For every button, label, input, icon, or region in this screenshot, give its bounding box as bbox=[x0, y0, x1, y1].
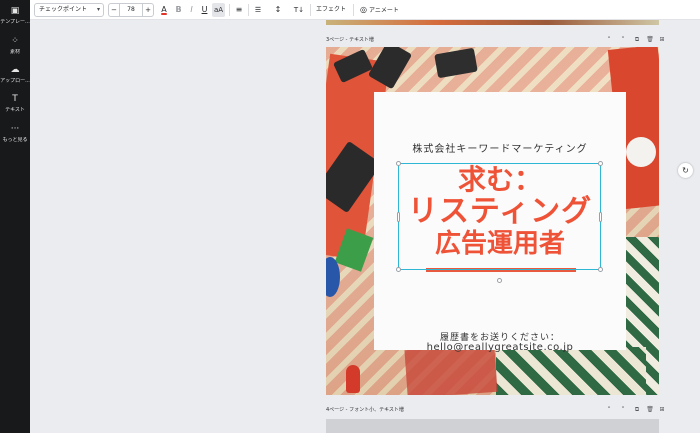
sidebar-item-label: もっと見る bbox=[2, 137, 28, 143]
toolbar-divider bbox=[229, 4, 230, 16]
page-title: 4ページ - フォント小、テキスト増 bbox=[326, 407, 404, 413]
add-page-button[interactable]: ⊞ bbox=[657, 404, 667, 416]
animate-icon: ◎ bbox=[360, 5, 367, 14]
font-size-stepper: − 78 + bbox=[108, 3, 154, 17]
font-family-value: チェックポイント bbox=[39, 6, 88, 13]
company-name[interactable]: 株式会社キーワードマーケティング bbox=[374, 140, 626, 155]
white-game-piece bbox=[626, 137, 656, 167]
resize-handle-left[interactable] bbox=[397, 212, 400, 222]
elements-icon: ⁘ bbox=[11, 36, 19, 46]
font-size-input[interactable]: 78 bbox=[120, 4, 142, 16]
toolbar-divider bbox=[310, 4, 311, 16]
toolbar-divider bbox=[353, 4, 354, 16]
italic-button[interactable]: I bbox=[186, 3, 197, 17]
sidebar-item-label: テンプレー... bbox=[0, 19, 30, 25]
animate-label: アニメート bbox=[368, 7, 399, 14]
move-page-up-button[interactable]: ˄ bbox=[604, 404, 614, 416]
effects-button[interactable]: エフェクト bbox=[316, 3, 346, 17]
bold-button[interactable]: B bbox=[173, 3, 184, 17]
next-page-preview[interactable] bbox=[326, 419, 659, 433]
selection-box[interactable] bbox=[396, 161, 603, 283]
chevron-down-icon: ▾ bbox=[96, 6, 100, 13]
delete-page-button[interactable]: 🗑 bbox=[645, 404, 655, 416]
underline-button[interactable]: U bbox=[199, 3, 210, 17]
spacing-button[interactable]: ↕ bbox=[272, 3, 284, 17]
page-title: 3ページ - テキスト増 bbox=[326, 37, 374, 43]
checkered-board bbox=[496, 347, 646, 395]
previous-page-preview[interactable] bbox=[326, 20, 659, 25]
font-size-increase-button[interactable]: + bbox=[142, 4, 153, 16]
font-family-select[interactable]: チェックポイント ▾ bbox=[34, 3, 104, 17]
duplicate-page-button[interactable]: ⧉ bbox=[632, 404, 642, 416]
upload-icon: ☁ bbox=[10, 65, 20, 75]
move-page-up-button[interactable]: ˄ bbox=[604, 34, 614, 46]
sidebar-item-uploads[interactable]: ☁ アップロー... bbox=[0, 65, 30, 84]
duplicate-page-button[interactable]: ⧉ bbox=[632, 34, 642, 46]
contact-email[interactable]: hello@reallygreatsite.co.jp bbox=[374, 342, 626, 353]
sidebar-item-elements[interactable]: ⁘ 素材 bbox=[0, 36, 30, 55]
left-sidebar: ▣ テンプレー... ⁘ 素材 ☁ アップロー... T テキスト ··· もっ… bbox=[0, 0, 30, 433]
resize-handle-right[interactable] bbox=[599, 212, 602, 222]
design-canvas[interactable]: 株式会社キーワードマーケティング 求む： リスティング 広告運用者 履歴書をお送… bbox=[326, 47, 659, 395]
list-button[interactable]: ☰ bbox=[252, 3, 264, 17]
toolbar-divider bbox=[248, 4, 249, 16]
letter-case-button[interactable]: aA bbox=[212, 3, 225, 17]
sidebar-item-label: テキスト bbox=[5, 107, 25, 113]
text-icon: T bbox=[12, 94, 18, 104]
delete-page-button[interactable]: 🗑 bbox=[645, 34, 655, 46]
sidebar-item-label: アップロー... bbox=[0, 78, 30, 84]
animate-button[interactable]: ◎ アニメート bbox=[360, 3, 399, 17]
text-color-icon: A bbox=[161, 5, 167, 14]
refresh-icon: ↻ bbox=[682, 166, 689, 175]
text-color-button[interactable]: A bbox=[158, 3, 170, 17]
vertical-text-button[interactable]: T↓ bbox=[292, 3, 306, 17]
page-3-header: 3ページ - テキスト増 ˄ ˅ ⧉ 🗑 ⊞ bbox=[326, 34, 665, 46]
resize-handle-top-right[interactable] bbox=[598, 161, 603, 166]
move-page-down-button[interactable]: ˅ bbox=[618, 404, 628, 416]
sidebar-item-templates[interactable]: ▣ テンプレー... bbox=[0, 6, 30, 25]
more-icon: ··· bbox=[10, 124, 20, 134]
sidebar-item-label: 素材 bbox=[9, 49, 20, 55]
add-page-button[interactable]: ⊞ bbox=[657, 34, 667, 46]
sidebar-item-text[interactable]: T テキスト bbox=[0, 94, 30, 113]
template-icon: ▣ bbox=[10, 6, 20, 16]
font-size-decrease-button[interactable]: − bbox=[109, 4, 120, 16]
refresh-button[interactable]: ↻ bbox=[678, 163, 693, 178]
page-4-header: 4ページ - フォント小、テキスト増 ˄ ˅ ⧉ 🗑 ⊞ bbox=[326, 404, 665, 416]
text-toolbar: チェックポイント ▾ − 78 + A B I U aA ≡ ☰ ↕ T↓ エフ… bbox=[30, 0, 700, 20]
sidebar-item-more[interactable]: ··· もっと見る bbox=[0, 124, 30, 143]
rotate-handle-icon[interactable] bbox=[497, 278, 502, 283]
resize-handle-top-left[interactable] bbox=[396, 161, 401, 166]
align-center-button[interactable]: ≡ bbox=[233, 3, 245, 17]
red-game-pawn bbox=[346, 365, 360, 393]
resize-handle-bottom-right[interactable] bbox=[598, 267, 603, 272]
move-page-down-button[interactable]: ˅ bbox=[618, 34, 628, 46]
resize-handle-bottom-left[interactable] bbox=[396, 267, 401, 272]
